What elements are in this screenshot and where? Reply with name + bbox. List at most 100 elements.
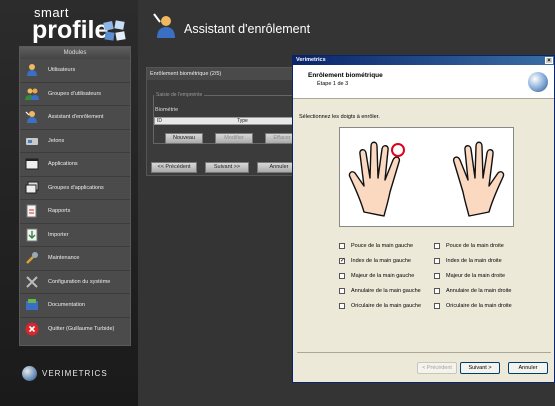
hands-diagram [339, 127, 514, 227]
module-item-configuration[interactable]: Configuration du système [20, 271, 130, 294]
user-icon [27, 64, 37, 77]
enrollment-panel: Enrôlement biométrique (2/5) Saisie de l… [146, 67, 306, 176]
dialog-header: Enrôlement biométrique Étape 1 de 3 [293, 65, 554, 99]
checkbox-label: Index de la main gauche [351, 258, 411, 264]
checkbox-left-index[interactable]: ✓ Index de la main gauche [339, 258, 411, 264]
quit-icon [25, 322, 39, 336]
module-label: Configuration du système [48, 278, 111, 285]
module-item-groupes-utilisateurs[interactable]: Groupes d'utilisateurs [20, 83, 130, 106]
module-item-rapports[interactable]: Rapports [20, 200, 130, 224]
checkbox-box[interactable] [434, 258, 440, 264]
token-icon [26, 137, 38, 145]
checkbox-label: Majeur de la main droite [446, 273, 506, 279]
dialog-cancel-button[interactable]: Annuler [508, 362, 548, 374]
checkbox-box[interactable] [339, 303, 345, 309]
enrollment-wizard-icon [153, 13, 175, 38]
checkbox-left-middle[interactable]: Majeur de la main gauche [339, 273, 414, 279]
maintenance-icon [26, 252, 38, 265]
module-item-groupes-applications[interactable]: Groupes d'applications [20, 177, 130, 200]
dialog-previous-button[interactable]: < Précédent [417, 362, 457, 374]
module-label: Jetons [48, 137, 65, 144]
checkbox-right-thumb[interactable]: Pouce de la main droite [434, 243, 504, 249]
import-icon [26, 228, 38, 242]
checkbox-left-little[interactable]: Oriculaire de la main gauche [339, 303, 421, 309]
module-item-assistant-enrolement[interactable]: Assistant d'enrôlement [20, 106, 130, 130]
biometrie-label: Biométrie [155, 107, 179, 113]
module-label: Importer [48, 231, 69, 238]
module-item-utilisateurs[interactable]: Utilisateurs [20, 59, 130, 83]
module-label: Groupes d'utilisateurs [48, 90, 102, 97]
close-icon[interactable]: × [545, 57, 553, 64]
module-label: Assistant d'enrôlement [48, 114, 104, 121]
user-group-icon [25, 88, 39, 100]
module-label: Rapports [48, 208, 71, 215]
previous-button[interactable]: << Précédent [151, 162, 197, 173]
checkbox-box[interactable] [339, 273, 345, 279]
dialog-title: Verimetrics [296, 57, 326, 63]
checkbox-label: Majeur de la main gauche [351, 273, 415, 279]
page-title: Assistant d'enrôlement [184, 22, 311, 36]
settings-tools-icon [26, 276, 38, 288]
checkbox-box[interactable] [339, 243, 345, 249]
module-item-jetons[interactable]: Jetons [20, 130, 130, 153]
module-item-importer[interactable]: Importer [20, 224, 130, 247]
verimetrics-logo: VERIMETRICS [22, 366, 108, 381]
module-label: Maintenance [48, 255, 80, 262]
next-button[interactable]: Suivant >> [205, 162, 249, 173]
modify-button[interactable]: Modifier [215, 133, 253, 144]
selected-finger-marker [391, 143, 405, 157]
module-item-applications[interactable]: Applications [20, 153, 130, 177]
modules-header: Modules [20, 47, 130, 59]
module-label: Documentation [48, 302, 85, 309]
checkbox-right-index[interactable]: Index de la main droite [434, 258, 502, 264]
logo-big-text: profile [32, 16, 109, 44]
checkbox-label: Oriculaire de la main droite [446, 303, 512, 309]
checkbox-label: Index de la main droite [446, 258, 502, 264]
report-icon [26, 204, 37, 218]
module-label: Utilisateurs [48, 67, 76, 74]
checkbox-left-thumb[interactable]: Pouce de la main gauche [339, 243, 413, 249]
dialog-next-button[interactable]: Suivant > [460, 362, 500, 374]
checkbox-left-ring[interactable]: Annulaire de la main gauche [339, 288, 421, 294]
smart-profile-logo: smart profile [28, 6, 138, 44]
checkbox-box[interactable] [339, 288, 345, 294]
checkbox-right-ring[interactable]: Annulaire de la main droite [434, 288, 511, 294]
new-button[interactable]: Nouveau [165, 133, 203, 144]
application-group-icon [25, 181, 39, 194]
globe-icon [528, 72, 548, 92]
checkbox-box[interactable] [434, 303, 440, 309]
documentation-icon [26, 299, 38, 311]
instruction-text: Sélectionnez les doigts à enrôler. [299, 114, 380, 120]
module-label: Applications [48, 161, 78, 168]
modules-panel: Modules Utilisateurs Groupes d'utilisate… [19, 46, 131, 346]
checkbox-right-middle[interactable]: Majeur de la main droite [434, 273, 505, 279]
left-panel: smart profile Modules Utilisateurs Group… [0, 0, 138, 406]
checkbox-label: Annulaire de la main droite [446, 288, 512, 294]
dialog-step: Étape 1 de 3 [317, 81, 349, 87]
right-hand-icon [452, 141, 505, 217]
column-header-type: Type [237, 118, 248, 124]
module-item-documentation[interactable]: Documentation [20, 294, 130, 318]
module-label: Quitter (Guillaume Turbide) [48, 326, 115, 333]
logo-mark-icon [103, 20, 126, 41]
checkbox-box[interactable] [434, 288, 440, 294]
column-header-id: ID [157, 118, 162, 124]
checkbox-box[interactable]: ✓ [339, 258, 345, 264]
hands-illustration [348, 141, 505, 217]
enrollment-step-header: Enrôlement biométrique (2/5) [147, 68, 305, 80]
dialog-title-bar: Verimetrics × [293, 56, 554, 65]
checkbox-label: Pouce de la main gauche [351, 243, 414, 249]
checkbox-box[interactable] [434, 243, 440, 249]
globe-icon [22, 366, 37, 381]
enrollment-icon [25, 111, 37, 124]
checkbox-label: Pouce de la main droite [446, 243, 504, 249]
checkbox-box[interactable] [434, 273, 440, 279]
checkbox-right-little[interactable]: Oriculaire de la main droite [434, 303, 512, 309]
checkbox-label: Annulaire de la main gauche [351, 288, 421, 294]
dialog-heading: Enrôlement biométrique [308, 72, 383, 79]
module-item-maintenance[interactable]: Maintenance [20, 247, 130, 271]
module-item-quitter[interactable]: Quitter (Guillaume Turbide) [20, 318, 130, 342]
biometric-enrollment-dialog: Verimetrics × Enrôlement biométrique Éta… [292, 55, 555, 383]
brand-name: VERIMETRICS [42, 369, 108, 378]
dialog-separator [297, 352, 551, 353]
